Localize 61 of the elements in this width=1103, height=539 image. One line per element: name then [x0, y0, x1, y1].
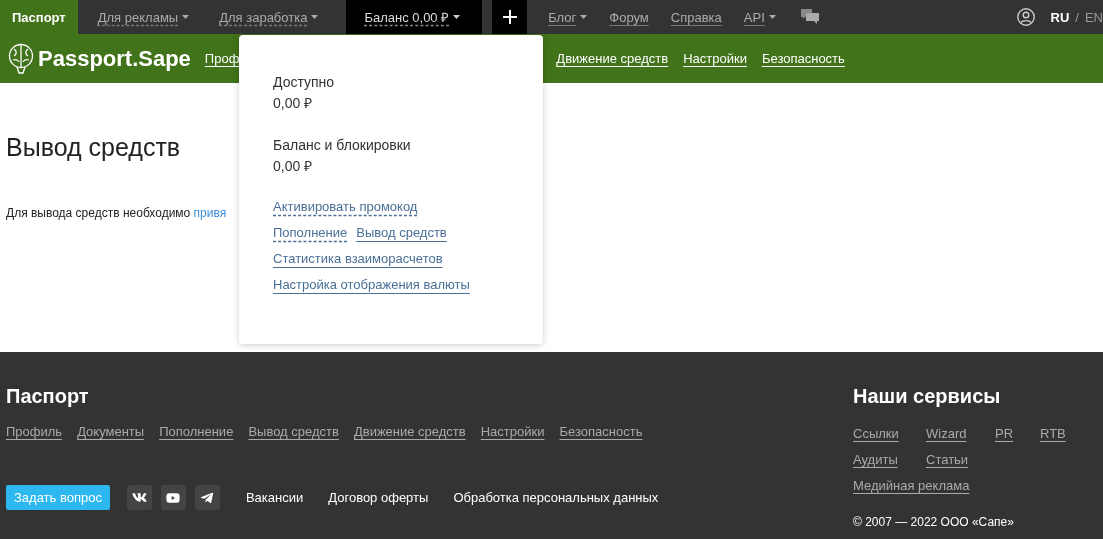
balance-label: Доступно [273, 73, 336, 92]
nav-link[interactable]: Безопасность [761, 51, 845, 66]
nav-link[interactable]: API [732, 0, 787, 34]
footer-link[interactable]: Профиль [6, 424, 63, 439]
footer-link[interactable]: Обработка персональных данных [453, 490, 659, 505]
plus-icon [502, 10, 517, 24]
menu-link[interactable]: Вывод средств [356, 224, 447, 242]
language-link[interactable]: EN [1084, 9, 1103, 25]
service-link[interactable]: PR [995, 426, 1014, 441]
service-link[interactable]: Аудиты [853, 452, 898, 467]
menu-link[interactable]: Пополнение [273, 224, 348, 242]
brain-icon [8, 42, 34, 75]
service-link[interactable]: Ссылки [853, 426, 899, 441]
footer-link[interactable]: Движение средств [353, 424, 466, 439]
caret-icon [311, 15, 319, 19]
copyright-text: © 2007 — 2022 ООО «Сапе» [853, 515, 1015, 529]
footer-link[interactable]: Пополнение [159, 424, 234, 439]
paper-plane-icon[interactable] [194, 485, 220, 510]
nav-link[interactable]: Справка [659, 0, 733, 34]
caret-icon [182, 15, 190, 19]
footer-title: Паспорт [6, 385, 90, 408]
page-title: Вывод средств [6, 133, 181, 162]
balance-value: 0,00 ₽ [273, 94, 314, 113]
balance-label: Баланс и блокировки [273, 136, 412, 155]
service-link[interactable]: RTB [1040, 426, 1066, 441]
nav-link[interactable]: Проф [204, 51, 240, 66]
menu-link[interactable]: Активировать промокод [273, 198, 418, 216]
balance-value: 0,00 ₽ [273, 157, 314, 176]
caret-icon [453, 15, 461, 19]
footer-link[interactable]: Договор оферты [328, 490, 429, 505]
user-icon[interactable] [1016, 8, 1035, 26]
nav-tab[interactable]: Для заработка [209, 0, 329, 34]
service-link[interactable]: Wizard [926, 426, 967, 441]
chat-icon[interactable] [800, 9, 819, 25]
language-link[interactable]: RU [1050, 9, 1070, 25]
balance-button[interactable]: Баланс 0,00 ₽ [346, 0, 483, 34]
footer-link[interactable]: Вывод средств [248, 424, 339, 439]
add-button[interactable] [492, 0, 528, 34]
logo[interactable]: Passport.Sape [38, 45, 191, 72]
footer-link[interactable]: Вакансии [245, 490, 304, 505]
service-link[interactable]: Медийная реклама [853, 478, 970, 493]
footer-link[interactable]: Настройки [480, 424, 545, 439]
instruction-text: Для вывода средств необходимо привя [6, 206, 227, 220]
text-link[interactable]: привя [193, 206, 227, 220]
nav-tab[interactable]: Для рекламы [87, 0, 200, 34]
separator: / [1075, 9, 1079, 25]
footer-title: Наши сервисы [853, 385, 1002, 408]
footer-link[interactable]: Безопасность [559, 424, 643, 439]
menu-link[interactable]: Статистика взаиморасчетов [273, 250, 443, 268]
footer-link[interactable]: Документы [77, 424, 145, 439]
caret-icon [768, 15, 776, 19]
video-icon[interactable] [160, 485, 186, 510]
nav-link[interactable]: Блог [537, 0, 599, 34]
nav-link[interactable]: Форум [598, 0, 660, 34]
nav-tab[interactable]: Паспорт [0, 0, 78, 34]
service-link[interactable]: Статьи [926, 452, 969, 467]
menu-link[interactable]: Настройка отображения валюты [273, 276, 470, 294]
vk-icon[interactable] [126, 485, 152, 510]
nav-link[interactable]: Настройки [683, 51, 747, 66]
caret-icon [580, 15, 588, 19]
nav-link[interactable]: Движение средств [556, 51, 669, 66]
